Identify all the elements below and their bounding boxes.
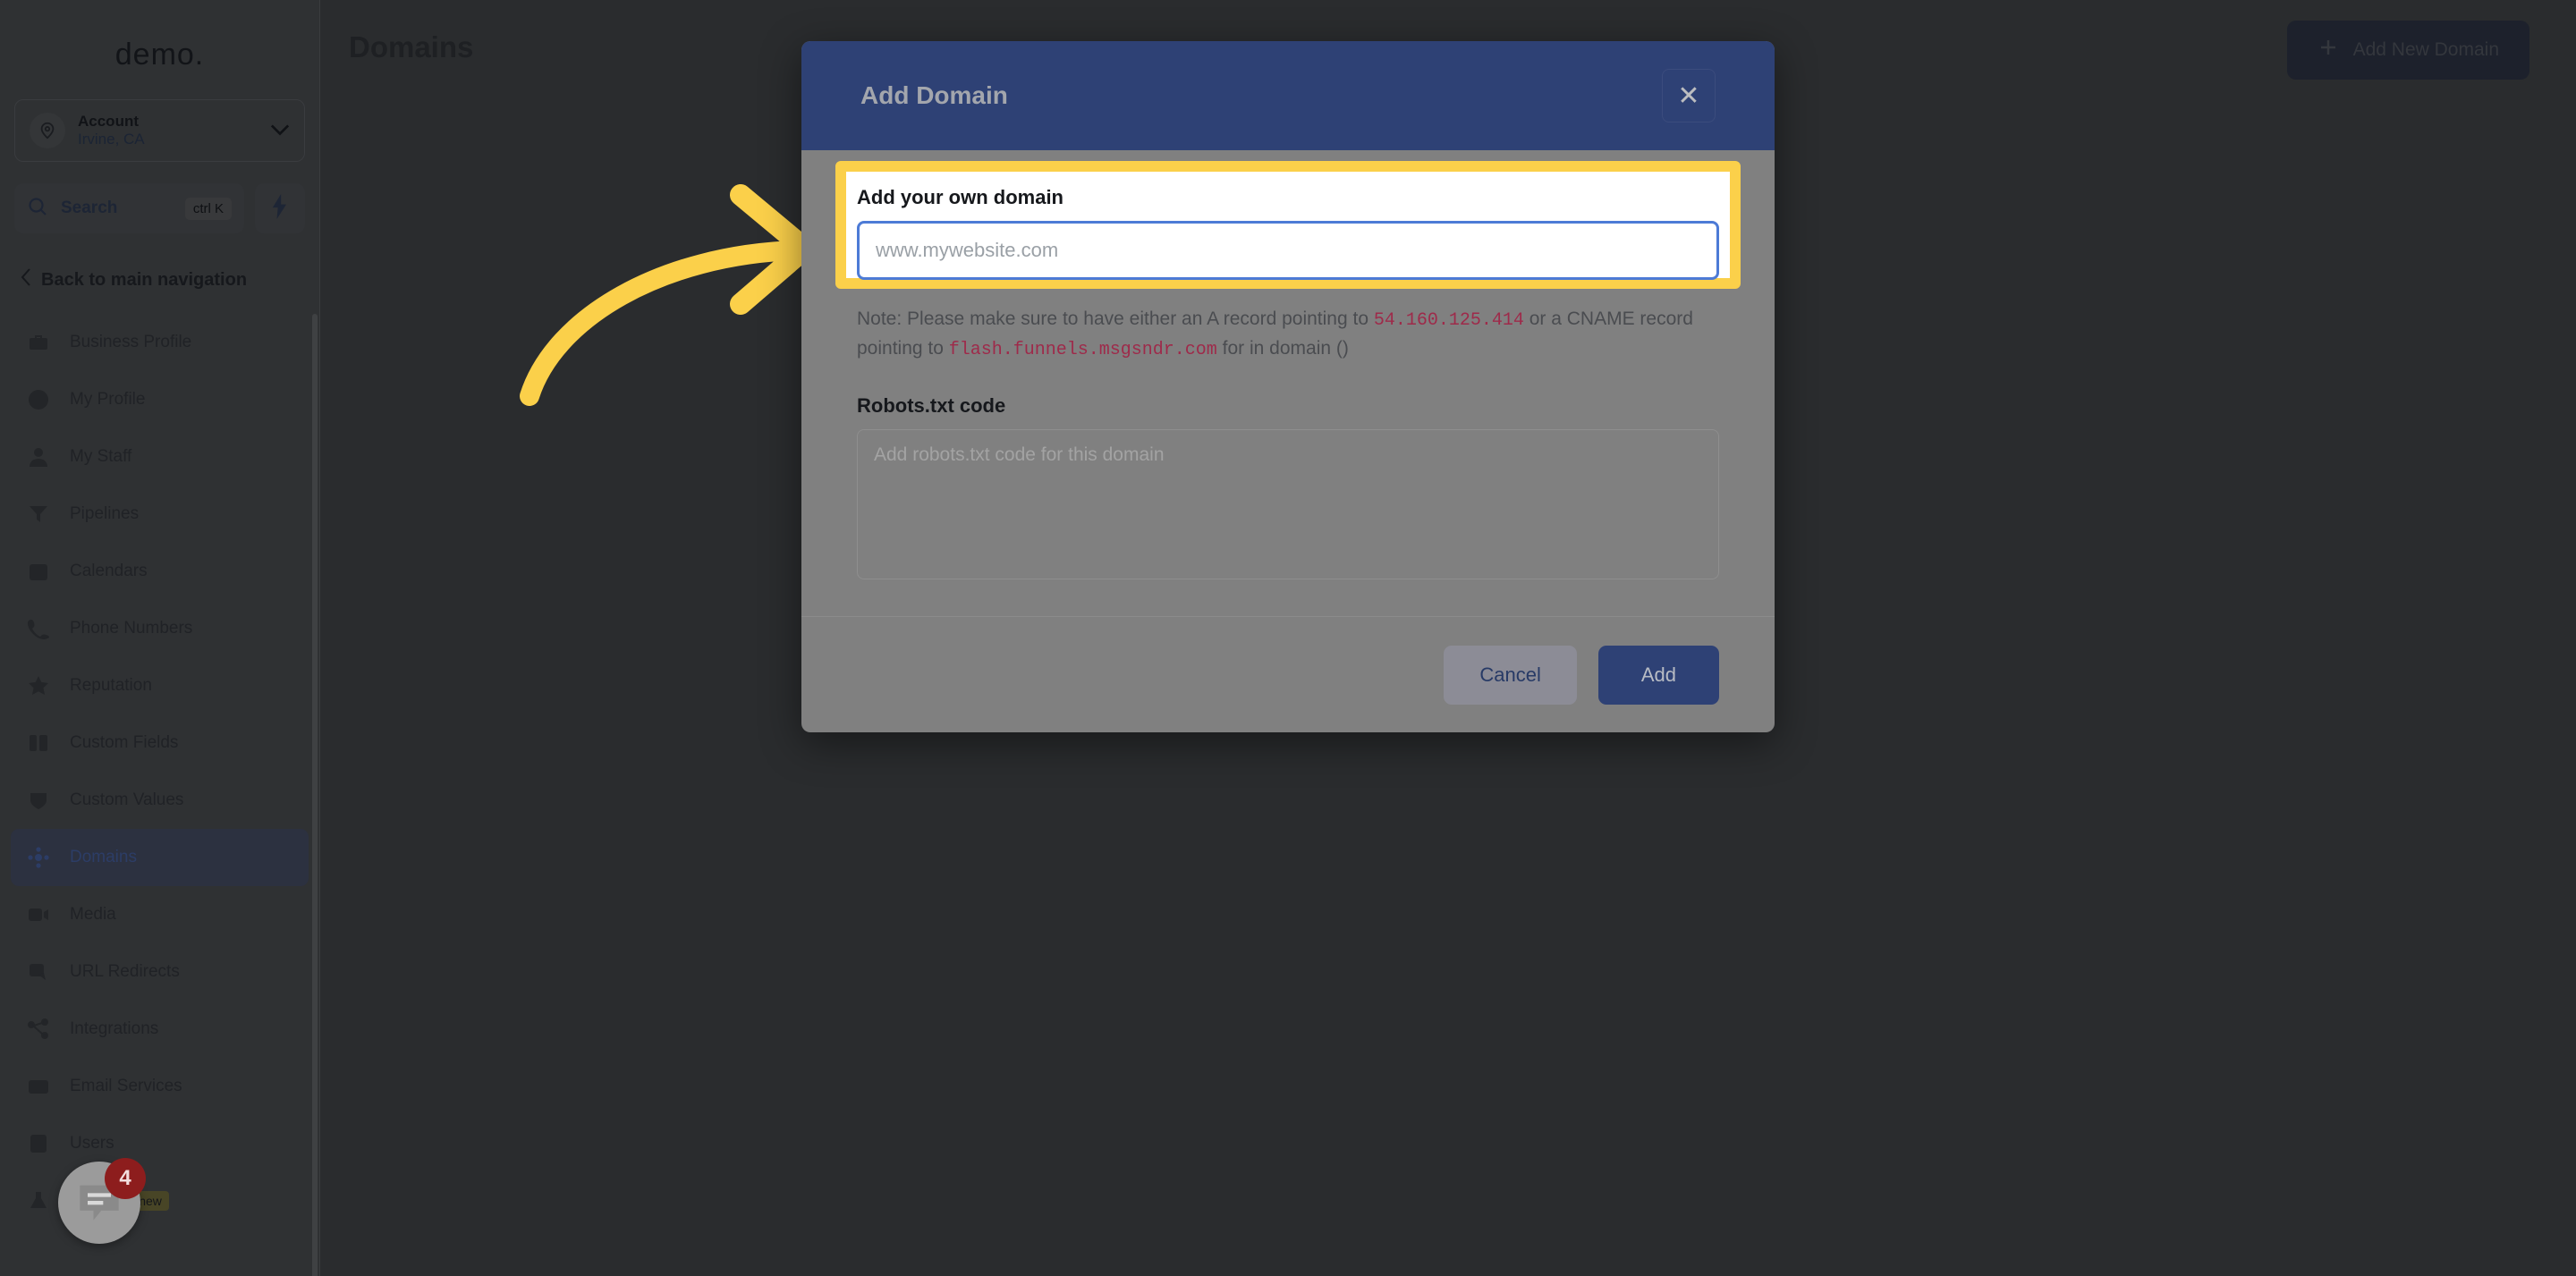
columns-icon — [25, 732, 52, 754]
robots-field-label: Robots.txt code — [857, 394, 1006, 417]
users-icon — [25, 1133, 52, 1154]
quick-action-button[interactable] — [255, 183, 305, 233]
sidebar-item-label: My Profile — [70, 390, 146, 409]
sidebar-item-label: Email Services — [70, 1077, 182, 1095]
sidebar-item-my-staff[interactable]: My Staff — [11, 428, 309, 486]
chevron-left-icon — [20, 267, 32, 292]
account-switcher[interactable]: Account Irvine, CA — [14, 99, 305, 162]
back-to-main-navigation[interactable]: Back to main navigation — [0, 260, 319, 300]
modal-footer: Cancel Add — [801, 616, 1775, 732]
globe-icon — [25, 847, 52, 868]
funnel-icon — [25, 503, 52, 525]
sidebar-item-users[interactable]: Users — [11, 1115, 309, 1172]
sidebar-item-label: Phone Numbers — [70, 619, 193, 638]
sidebar-item-label: My Staff — [70, 447, 132, 466]
sidebar-item-email-services[interactable]: Email Services — [11, 1058, 309, 1115]
flask-icon — [25, 1190, 52, 1212]
sidebar-nav-list: Business Profile My Profile My Staff Pip… — [0, 314, 319, 1276]
sidebar-item-label: Media — [70, 905, 116, 924]
app-root: demo. Account Irvine, CA Search ctrl K B… — [0, 0, 2576, 1276]
star-icon — [25, 675, 52, 697]
add-button[interactable]: Add — [1597, 645, 1719, 705]
domain-field-label: Add your own domain — [857, 186, 1063, 208]
calendar-icon — [25, 561, 52, 582]
search-label: Search — [61, 199, 118, 217]
close-icon[interactable]: ✕ — [1662, 69, 1716, 123]
sidebar-item-url-redirects[interactable]: URL Redirects — [11, 943, 309, 1001]
add-new-domain-button[interactable]: Add New Domain — [2286, 21, 2529, 80]
sidebar-item-label: Domains — [70, 848, 137, 866]
note-ip: 54.160.125.414 — [1373, 310, 1524, 331]
sidebar-item-my-profile[interactable]: My Profile — [11, 371, 309, 428]
sidebar-item-label: Pipelines — [70, 504, 140, 523]
phone-icon — [25, 618, 52, 639]
search-row: Search ctrl K — [14, 183, 305, 233]
sidebar-item-label: Reputation — [70, 676, 152, 695]
search-shortcut-badge: ctrl K — [184, 197, 232, 220]
chat-support-widget[interactable]: 4 — [58, 1158, 146, 1244]
modal-header: Add Domain ✕ — [801, 41, 1775, 150]
robots-textarea[interactable] — [857, 429, 1719, 579]
brand-logo: demo. — [114, 38, 205, 72]
person-icon — [25, 446, 52, 468]
sidebar-item-reputation[interactable]: Reputation — [11, 657, 309, 714]
sidebar-item-label: Custom Values — [70, 790, 184, 809]
sidebar-item-calendars[interactable]: Calendars — [11, 543, 309, 600]
search-icon — [27, 196, 48, 222]
user-circle-icon — [25, 389, 52, 410]
add-domain-modal: Add Domain ✕ Add your own domain Note: P… — [801, 41, 1775, 732]
sidebar-item-custom-fields[interactable]: Custom Fields — [11, 714, 309, 772]
chat-unread-badge: 4 — [105, 1158, 146, 1199]
sidebar-item-integrations[interactable]: Integrations — [11, 1001, 309, 1058]
sidebar-item-label: Business Profile — [70, 333, 192, 351]
sidebar-scrollbar[interactable] — [312, 314, 318, 1276]
modal-body: Add your own domain Note: Please make su… — [801, 150, 1775, 584]
modal-title: Add Domain — [860, 81, 1008, 109]
add-new-domain-label: Add New Domain — [2352, 39, 2499, 60]
sidebar-item-label: Users — [70, 1134, 114, 1153]
video-icon — [25, 904, 52, 925]
sidebar-item-custom-values[interactable]: Custom Values — [11, 772, 309, 829]
envelope-icon — [25, 1076, 52, 1097]
note-suffix: for in domain () — [1216, 338, 1349, 359]
sidebar-item-label: Custom Fields — [70, 733, 179, 752]
sidebar-item-phone-numbers[interactable]: Phone Numbers — [11, 600, 309, 657]
sidebar-item-pipelines[interactable]: Pipelines — [11, 486, 309, 543]
sidebar-item-business-profile[interactable]: Business Profile — [11, 314, 309, 371]
back-nav-label: Back to main navigation — [41, 269, 248, 290]
note-cname: flash.funnels.msgsndr.com — [948, 340, 1217, 360]
sidebar-item-label: Calendars — [70, 562, 148, 580]
sidebar-item-domains[interactable]: Domains — [11, 829, 309, 886]
dns-note: Note: Please make sure to have either an… — [857, 305, 1719, 364]
curved-arrow-right-icon — [520, 184, 816, 406]
chevron-down-icon[interactable] — [270, 121, 290, 141]
note-prefix: Note: Please make sure to have either an… — [857, 308, 1374, 329]
share-nodes-icon — [25, 1018, 52, 1040]
sidebar-item-media[interactable]: Media — [11, 886, 309, 943]
account-location: Irvine, CA — [78, 131, 145, 148]
search-input[interactable]: Search ctrl K — [14, 183, 244, 233]
sidebar-item-labs[interactable]: Labs new — [11, 1172, 309, 1230]
cancel-button[interactable]: Cancel — [1444, 645, 1577, 705]
plus-icon — [2318, 37, 2339, 63]
redirect-icon — [25, 961, 52, 983]
page-title: Domains — [349, 30, 474, 63]
account-text: Account Irvine, CA — [78, 113, 258, 148]
sidebar-item-label: URL Redirects — [70, 962, 180, 981]
domain-field-group: Add your own domain — [837, 173, 1739, 294]
domain-input[interactable] — [857, 221, 1719, 280]
lightning-bolt-icon — [270, 193, 290, 224]
account-name: Account — [78, 113, 139, 131]
shield-icon — [25, 790, 52, 811]
sidebar: demo. Account Irvine, CA Search ctrl K B… — [0, 0, 320, 1276]
briefcase-icon — [25, 332, 52, 353]
location-pin-icon — [30, 113, 65, 148]
sidebar-item-label: Integrations — [70, 1019, 159, 1038]
